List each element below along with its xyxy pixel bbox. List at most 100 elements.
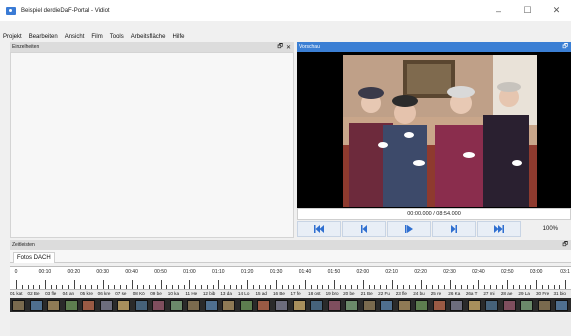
clip-thumbnail[interactable] (64, 300, 78, 311)
menu-arbeitsflaeche[interactable]: Arbeitsfläche (128, 34, 170, 40)
clip-thumbnail[interactable] (117, 300, 131, 311)
ruler-tick (212, 285, 214, 289)
ruler-tick (501, 285, 503, 289)
clip-thumbnail[interactable] (222, 300, 236, 311)
menu-bearbeiten[interactable]: Bearbeiten (26, 34, 62, 40)
ruler-tick (339, 285, 341, 289)
einzelheiten-panel-header: Einzelheiten 🗗 ✕ (10, 42, 294, 52)
clip-thumbnail[interactable] (99, 300, 113, 311)
ruler-tick (68, 285, 70, 289)
clip-thumbnail[interactable] (310, 300, 324, 311)
clip-thumbnail[interactable] (467, 300, 481, 311)
clip-thumbnail[interactable] (274, 300, 288, 311)
skip-to-start-button[interactable] (297, 221, 341, 237)
ruler-tick (489, 285, 491, 289)
timeline-ruler[interactable]: 0 00:10 00:20 00:30 00:40 00:50 01:00 01:10 01:2… (10, 266, 571, 290)
menu-projekt[interactable]: Projekt (0, 34, 26, 40)
ruler-tick (131, 280, 133, 289)
preview-panel (297, 52, 571, 208)
menu-ansicht[interactable]: Ansicht (62, 34, 89, 40)
clip-label: 04 an (62, 291, 75, 296)
timecode-display: 00:00.000 / 08:54.000 (297, 208, 571, 220)
minimize-button[interactable]: – (484, 0, 513, 21)
clip-label: 26 Ka (448, 291, 461, 296)
ruler-tick (316, 285, 318, 289)
ruler-tick (305, 280, 306, 289)
clip-thumbnail[interactable] (537, 300, 551, 311)
ruler-tick (189, 280, 191, 289)
title-bar: Beispiel derdieDaF-Portal - Vidiot – ☐ ✕ (0, 0, 571, 21)
ruler-tick (541, 285, 543, 289)
clip-thumbnail[interactable] (502, 300, 516, 311)
clip-thumbnail[interactable] (345, 300, 359, 311)
ruler-tick (310, 285, 312, 289)
ruler-tick (85, 285, 87, 289)
clip-thumbnail[interactable] (12, 300, 25, 311)
ruler-tick (391, 280, 393, 289)
previous-frame-button[interactable] (342, 221, 386, 237)
ruler-label: 02:20 (414, 269, 427, 275)
clip-thumbnail[interactable] (450, 300, 464, 311)
skip-to-end-button[interactable] (477, 221, 521, 237)
transport-controls: 100% (297, 221, 571, 237)
clip-thumbnail[interactable] (204, 300, 218, 311)
clip-thumbnail[interactable] (432, 300, 446, 311)
ruler-tick (44, 280, 46, 289)
ruler-tick (495, 285, 497, 289)
clip-thumbnail[interactable] (47, 300, 61, 311)
ruler-tick (345, 285, 347, 289)
ruler-tick (224, 285, 226, 289)
ruler-tick (403, 285, 405, 289)
clip-thumbnail[interactable] (169, 300, 183, 311)
zoom-level[interactable]: 100% (522, 221, 562, 237)
clip-thumbnail[interactable] (555, 300, 569, 311)
app-icon (6, 6, 16, 15)
clip-label: 11 He (185, 291, 198, 296)
clip-label: 07 se (115, 291, 127, 296)
ruler-tick (160, 280, 162, 289)
close-panel-icon[interactable]: ✕ (286, 44, 291, 51)
ruler-tick (362, 280, 364, 289)
float-panel-icon[interactable]: 🗗 (562, 240, 568, 250)
clip-thumbnail[interactable] (485, 300, 499, 311)
clip-thumbnail[interactable] (82, 300, 96, 311)
float-panel-icon[interactable]: 🗗 (562, 42, 568, 52)
clip-thumbnail[interactable] (362, 300, 376, 311)
clip-thumbnail[interactable] (327, 300, 341, 311)
tab-fotos-dach[interactable]: Fotos DACH (13, 252, 55, 263)
clip-thumbnail[interactable] (257, 300, 271, 311)
play-button[interactable] (387, 221, 431, 237)
clip-thumbnail[interactable] (134, 300, 148, 311)
clip-thumbnail[interactable] (187, 300, 201, 311)
clip-track[interactable]: 01 kat 02 Be 03 fle 04 an 05 kre 06 kre 07 se 0… (10, 290, 571, 312)
maximize-button[interactable]: ☐ (513, 0, 542, 21)
clip-label: 21 Be (360, 291, 373, 296)
float-panel-icon[interactable]: 🗗 (277, 42, 283, 52)
clip-thumbnail[interactable] (239, 300, 253, 311)
ruler-tick (252, 285, 254, 289)
menu-hilfe[interactable]: Hilfe (169, 34, 188, 40)
clip-thumbnail[interactable] (292, 300, 306, 311)
ruler-tick (478, 280, 480, 289)
clip-thumbnail[interactable] (415, 300, 429, 311)
ruler-label: 01:50 (327, 269, 341, 275)
next-frame-button[interactable] (432, 221, 476, 237)
clip-thumbnail[interactable] (29, 300, 43, 311)
ruler-tick (565, 280, 567, 289)
ruler-tick (108, 285, 110, 289)
clip-label: 17 fe (290, 291, 301, 296)
menu-film[interactable]: Film (88, 34, 106, 40)
menu-tools[interactable]: Tools (107, 34, 128, 40)
ruler-tick (426, 285, 428, 289)
clip-thumbnail[interactable] (152, 300, 166, 311)
close-button[interactable]: ✕ (542, 0, 571, 21)
ruler-tick (91, 285, 93, 289)
timeline-tabs: Fotos DACH (10, 250, 571, 263)
clip-label: 09 be (150, 291, 162, 296)
clip-thumbnail[interactable] (397, 300, 411, 311)
ruler-tick (276, 280, 278, 289)
ruler-tick (455, 285, 457, 289)
clip-thumbnail[interactable] (520, 300, 534, 311)
clip-thumbnail[interactable] (380, 300, 394, 311)
ruler-tick (559, 285, 561, 289)
